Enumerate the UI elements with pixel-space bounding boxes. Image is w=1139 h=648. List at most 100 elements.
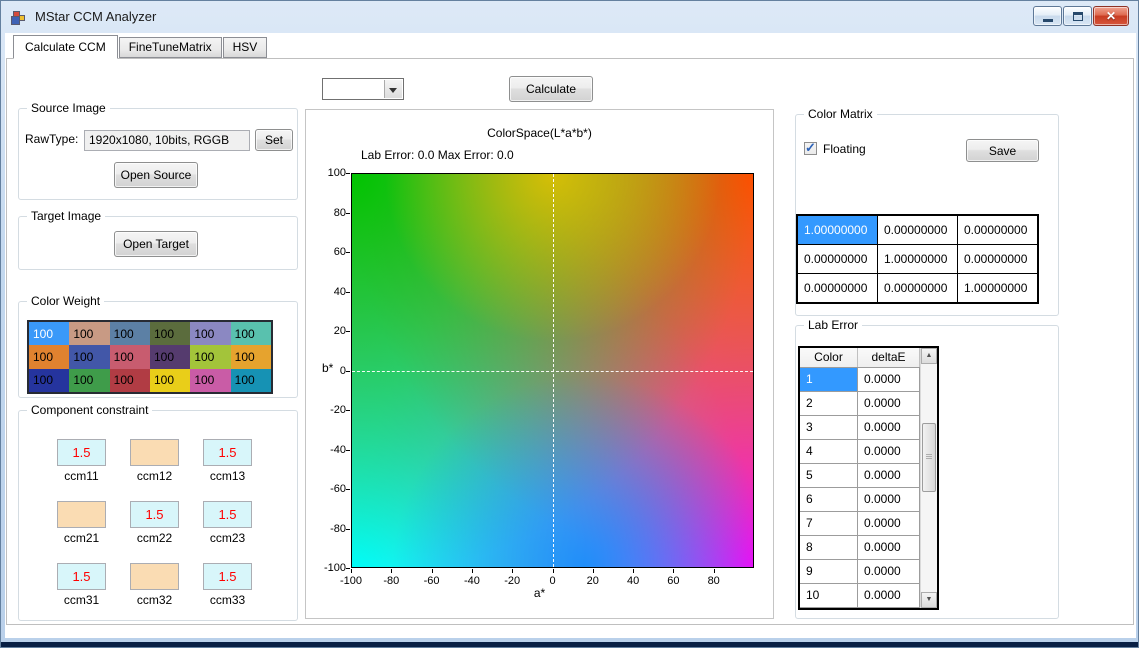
lab-error-deltae-cell[interactable]: 0.0000 — [858, 512, 920, 536]
color-matrix-cell[interactable]: 0.00000000 — [958, 216, 1037, 244]
tab[interactable]: FineTuneMatrix — [119, 37, 222, 58]
y-tick-label: -80 — [308, 523, 346, 535]
scroll-up-icon[interactable]: ▲ — [921, 348, 937, 364]
scrollbar-grip — [926, 454, 932, 459]
table-row: 2 0.0000 — [800, 392, 937, 416]
save-button[interactable]: Save — [966, 139, 1039, 162]
color-weight-cell[interactable]: 100 — [231, 369, 271, 392]
lab-error-color-cell[interactable]: 6 — [800, 488, 858, 512]
lab-error-color-cell[interactable]: 2 — [800, 392, 858, 416]
lab-error-deltae-cell[interactable]: 0.0000 — [858, 416, 920, 440]
color-weight-cell[interactable]: 100 — [190, 345, 230, 368]
color-weight-cell[interactable]: 100 — [29, 322, 69, 345]
y-tick-mark — [346, 450, 350, 451]
y-tick-mark — [346, 371, 350, 372]
x-tick-mark — [673, 569, 674, 573]
y-tick-mark — [346, 331, 350, 332]
lab-error-color-cell[interactable]: 1 — [800, 368, 858, 392]
lab-error-header-deltae[interactable]: deltaE — [858, 348, 920, 367]
ccm-constraint-field[interactable]: 1.5 — [57, 439, 106, 466]
scroll-down-icon[interactable]: ▼ — [921, 592, 937, 608]
color-weight-cell[interactable]: 100 — [231, 345, 271, 368]
color-weight-cell[interactable]: 100 — [110, 369, 150, 392]
open-target-button[interactable]: Open Target — [114, 231, 198, 257]
lab-error-deltae-cell[interactable]: 0.0000 — [858, 392, 920, 416]
lab-error-color-cell[interactable]: 3 — [800, 416, 858, 440]
color-weight-cell[interactable]: 100 — [29, 369, 69, 392]
x-tick-mark — [593, 569, 594, 573]
color-weight-cell[interactable]: 100 — [190, 322, 230, 345]
color-matrix-cell[interactable]: 1.00000000 — [878, 245, 957, 273]
tab[interactable]: HSV — [223, 37, 268, 58]
color-weight-cell[interactable]: 100 — [69, 322, 109, 345]
lab-error-group: Lab Error Color deltaE 1 0.0000 — [795, 325, 1059, 619]
color-matrix-cell[interactable]: 1.00000000 — [798, 216, 877, 244]
close-button[interactable]: ✕ — [1093, 6, 1129, 26]
color-matrix-cell[interactable]: 0.00000000 — [798, 274, 877, 302]
ccm-constraint-field[interactable] — [57, 501, 106, 528]
color-weight-cell[interactable]: 100 — [150, 345, 190, 368]
ccm-constraint-field[interactable]: 1.5 — [203, 563, 252, 590]
lab-error-color-cell[interactable]: 7 — [800, 512, 858, 536]
ccm-constraint-label: ccm22 — [118, 531, 191, 545]
color-weight-cell[interactable]: 100 — [69, 369, 109, 392]
preset-combobox[interactable] — [322, 78, 404, 100]
x-tick-mark — [391, 569, 392, 573]
lab-error-deltae-cell[interactable]: 0.0000 — [858, 464, 920, 488]
lab-error-deltae-cell[interactable]: 0.0000 — [858, 440, 920, 464]
maximize-button[interactable] — [1063, 6, 1092, 26]
y-tick-label: 40 — [308, 286, 346, 298]
ccm-constraint-cell: ccm12 — [118, 439, 191, 485]
ccm-constraint-field[interactable] — [130, 439, 179, 466]
lab-error-deltae-cell[interactable]: 0.0000 — [858, 584, 920, 608]
color-weight-grid: 100 100 100 100 100 100 100 100 — [27, 320, 273, 394]
lab-error-deltae-cell[interactable]: 0.0000 — [858, 368, 920, 392]
lab-error-color-cell[interactable]: 10 — [800, 584, 858, 608]
minimize-button[interactable] — [1033, 6, 1062, 26]
color-weight-cell[interactable]: 100 — [29, 345, 69, 368]
lab-error-deltae-cell[interactable]: 0.0000 — [858, 536, 920, 560]
color-matrix-cell[interactable]: 0.00000000 — [878, 216, 957, 244]
lab-error-scrollbar[interactable]: ▲ ▼ — [920, 348, 937, 608]
ccm-constraint-field[interactable]: 1.5 — [57, 563, 106, 590]
scrollbar-thumb[interactable] — [922, 423, 936, 491]
lab-error-deltae-cell[interactable]: 0.0000 — [858, 560, 920, 584]
color-weight-cell[interactable]: 100 — [231, 322, 271, 345]
color-matrix-cell[interactable]: 1.00000000 — [958, 274, 1037, 302]
lab-error-color-cell[interactable]: 5 — [800, 464, 858, 488]
color-matrix-cell[interactable]: 0.00000000 — [878, 274, 957, 302]
color-weight-cell[interactable]: 100 — [110, 345, 150, 368]
scrollbar-track[interactable] — [921, 364, 937, 592]
calculate-button[interactable]: Calculate — [509, 76, 593, 102]
x-tick-mark — [432, 569, 433, 573]
color-weight-cell[interactable]: 100 — [69, 345, 109, 368]
component-constraint-group: Component constraint 1.5 ccm11 ccm12 — [18, 410, 298, 621]
y-tick-mark — [346, 410, 350, 411]
floating-checkbox[interactable]: ✓ — [804, 142, 817, 155]
tab[interactable]: Calculate CCM — [13, 35, 118, 59]
lab-error-color-cell[interactable]: 4 — [800, 440, 858, 464]
open-source-button[interactable]: Open Source — [114, 162, 198, 188]
color-weight-cell[interactable]: 100 — [110, 322, 150, 345]
lab-error-header-color[interactable]: Color — [800, 348, 858, 367]
color-weight-cell[interactable]: 100 — [190, 369, 230, 392]
set-button[interactable]: Set — [255, 129, 293, 151]
lab-error-deltae-cell[interactable]: 0.0000 — [858, 488, 920, 512]
y-tick-mark — [346, 292, 350, 293]
color-matrix-cell[interactable]: 0.00000000 — [798, 245, 877, 273]
ccm-constraint-cell: 1.5 ccm11 — [45, 439, 118, 485]
ccm-constraint-field[interactable]: 1.5 — [203, 501, 252, 528]
lab-error-color-cell[interactable]: 9 — [800, 560, 858, 584]
table-row: 7 0.0000 — [800, 512, 937, 536]
color-matrix-group: Color Matrix ✓ Floating Save 1.00000000 … — [795, 114, 1059, 316]
rawtype-field[interactable]: 1920x1080, 10bits, RGGB — [84, 130, 250, 151]
chart-subtitle: Lab Error: 0.0 Max Error: 0.0 — [361, 148, 514, 162]
ccm-constraint-field[interactable]: 1.5 — [130, 501, 179, 528]
color-matrix-table: 1.00000000 0.00000000 0.00000000 0.00000… — [796, 214, 1039, 304]
ccm-constraint-field[interactable] — [130, 563, 179, 590]
ccm-constraint-field[interactable]: 1.5 — [203, 439, 252, 466]
lab-error-color-cell[interactable]: 8 — [800, 536, 858, 560]
color-weight-cell[interactable]: 100 — [150, 369, 190, 392]
color-weight-cell[interactable]: 100 — [150, 322, 190, 345]
color-matrix-cell[interactable]: 0.00000000 — [958, 245, 1037, 273]
